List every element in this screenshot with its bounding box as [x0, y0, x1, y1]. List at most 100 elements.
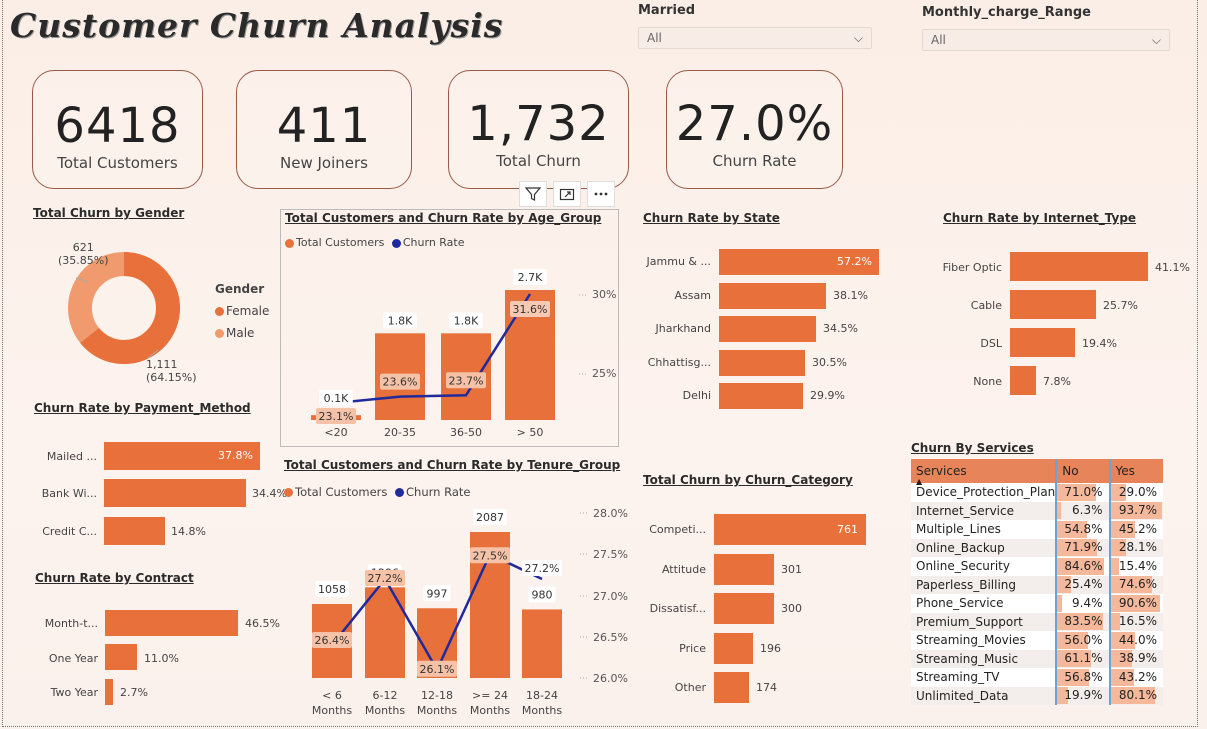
x-tick-label: 12-18 — [421, 689, 453, 702]
data-label: 27.2% — [525, 562, 560, 575]
bar-other[interactable] — [714, 672, 749, 703]
bar-month-to-month[interactable] — [105, 610, 238, 636]
data-label: 2087 — [476, 511, 504, 524]
legend-item-female[interactable]: Female — [215, 300, 269, 322]
services-table[interactable]: Services ▲ No Yes Device_Protection_Plan… — [911, 459, 1163, 705]
gender-chart-title: Total Churn by Gender — [33, 206, 185, 220]
table-row[interactable]: Internet_Service 6.3% 93.7% — [911, 501, 1163, 520]
monthly-charge-slicer[interactable]: Monthly_charge_Range All ⌵ — [922, 5, 1170, 51]
data-label: 23.7% — [449, 374, 484, 387]
cell-value: 43.2% — [1118, 669, 1157, 684]
bar-label: Chhattisg... — [647, 356, 711, 369]
table-row[interactable]: Phone_Service 9.4% 90.6% — [911, 594, 1163, 613]
table-row[interactable]: Streaming_TV 56.8% 43.2% — [911, 668, 1163, 687]
category-bar-chart[interactable]: Competi... 761 Attitude 301 Dissatisf...… — [640, 510, 890, 710]
header-label: Services — [916, 464, 967, 478]
cell-value: 61.1% — [1064, 651, 1103, 666]
bar-credit-card[interactable] — [104, 517, 165, 545]
table-row[interactable]: Multiple_Lines 54.8% 45.2% — [911, 520, 1163, 539]
value-cell-yes: 93.7% — [1108, 501, 1163, 520]
bar-dissatisfaction[interactable] — [714, 593, 774, 624]
more-options-icon — [594, 192, 608, 196]
service-name-cell: Streaming_Movies — [916, 633, 1026, 648]
column-header-yes[interactable]: Yes — [1108, 459, 1163, 483]
sort-ascending-icon: ▲ — [916, 477, 923, 486]
bar-one-year[interactable] — [105, 644, 137, 670]
data-label: 997 — [427, 587, 448, 600]
legend-dot — [215, 329, 224, 338]
cell-value: 93.7% — [1118, 503, 1157, 518]
state-bar-chart[interactable]: Jammu & ... 57.2% Assam 38.1% Jharkhand … — [640, 246, 890, 411]
bar-jharkhand[interactable] — [719, 316, 816, 342]
bar-assam[interactable] — [719, 283, 826, 309]
bar-two-year[interactable] — [105, 679, 113, 705]
gender-donut-chart[interactable]: 621 (35.85%) 1,111 (64.15%) Gender Femal… — [20, 232, 280, 392]
filter-button[interactable] — [519, 181, 547, 207]
internet-bar-chart[interactable]: Fiber Optic 41.1% Cable 25.7% DSL 19.4% … — [930, 248, 1190, 403]
data-bar: 38.9% — [1110, 650, 1163, 668]
cell-value: 90.6% — [1118, 595, 1157, 610]
value-cell-yes: 44.0% — [1108, 631, 1163, 650]
kpi-total-churn[interactable]: 1,732 Total Churn — [448, 70, 629, 189]
bar-value: 2.7% — [120, 686, 148, 699]
bar-delhi[interactable] — [719, 383, 803, 409]
married-dropdown[interactable]: All ⌵ — [638, 27, 872, 49]
value-cell-yes: 15.4% — [1108, 557, 1163, 576]
kpi-total-customers[interactable]: 6418 Total Customers — [32, 70, 203, 189]
payment-bar-chart[interactable]: Mailed ... 37.8% Bank Wi... 34.4% Credit… — [20, 440, 287, 550]
data-bar: 9.4% — [1057, 594, 1108, 612]
bar-fiber-optic[interactable] — [1010, 252, 1148, 281]
bar-price[interactable] — [714, 633, 753, 664]
value-cell-no: 56.8% — [1055, 668, 1110, 687]
contract-bar-chart[interactable]: Month-t... 46.5% One Year 11.0% Two Year… — [20, 608, 280, 708]
table-row[interactable]: Paperless_Billing 25.4% 74.6% — [911, 575, 1163, 594]
cell-value: 6.3% — [1072, 503, 1103, 518]
age-group-chart-visual[interactable]: Total Customers and Churn Rate by Age_Gr… — [280, 209, 619, 447]
married-slicer[interactable]: Married All ⌵ — [638, 3, 872, 49]
legend-item-male[interactable]: Male — [215, 322, 269, 344]
bar-label: Fiber Optic — [942, 261, 1002, 274]
table-row[interactable]: Online_Backup 71.9% 28.1% — [911, 538, 1163, 557]
bar-value: 34.5% — [823, 322, 858, 335]
table-row[interactable]: Premium_Support 83.5% 16.5% — [911, 612, 1163, 631]
column-header-services[interactable]: Services ▲ — [911, 459, 1057, 486]
table-row[interactable]: Device_Protection_Plan 71.0% 29.0% — [911, 483, 1163, 502]
data-bar: 45.2% — [1110, 520, 1163, 538]
bar-label: DSL — [980, 337, 1002, 350]
bar-attitude[interactable] — [714, 554, 774, 585]
bar-value: 301 — [781, 563, 802, 576]
more-options-button[interactable] — [587, 181, 615, 207]
value-cell-no: 9.4% — [1055, 594, 1110, 613]
column-header-no[interactable]: No — [1055, 459, 1110, 483]
data-label: 26.1% — [420, 663, 455, 676]
tenure-group-chart-visual[interactable]: Total Customers and Churn Rate by Tenure… — [280, 458, 628, 723]
table-row[interactable]: Streaming_Movies 56.0% 44.0% — [911, 631, 1163, 650]
axis-tick-label: 28.0% — [593, 507, 628, 520]
data-bar: 54.8% — [1057, 520, 1108, 538]
table-row[interactable]: Unlimited_Data 19.9% 80.1% — [911, 686, 1163, 705]
service-name-cell: Device_Protection_Plan — [916, 485, 1056, 500]
kpi-new-joiners[interactable]: 411 New Joiners — [236, 70, 412, 189]
value-cell-yes: 38.9% — [1108, 649, 1163, 668]
cell-value: 25.4% — [1064, 577, 1103, 592]
x-tick-label: 6-12 — [373, 689, 398, 702]
value-cell-no: 25.4% — [1055, 575, 1110, 594]
table-row[interactable]: Online_Security 84.6% 15.4% — [911, 557, 1163, 576]
bar-chhattisgarh[interactable] — [719, 350, 805, 376]
bar-cable[interactable] — [1010, 290, 1096, 319]
kpi-churn-rate[interactable]: 27.0% Churn Rate — [666, 70, 843, 189]
data-label: 27.5% — [473, 549, 508, 562]
cell-value: 19.9% — [1064, 688, 1103, 703]
data-bar: 19.9% — [1057, 687, 1108, 705]
monthly-charge-dropdown[interactable]: All ⌵ — [922, 29, 1170, 51]
bar-bank-withdrawal[interactable] — [104, 479, 246, 507]
x-tick-label: Months — [470, 704, 510, 717]
bar-dsl[interactable] — [1010, 328, 1075, 357]
table-row[interactable]: Streaming_Music 61.1% 38.9% — [911, 649, 1163, 668]
cell-value: 71.9% — [1064, 540, 1103, 555]
data-bar: 6.3% — [1057, 502, 1108, 520]
cell-value: 80.1% — [1118, 688, 1157, 703]
focus-mode-button[interactable] — [553, 181, 581, 207]
bar-none[interactable] — [1010, 366, 1036, 395]
value-cell-yes: 90.6% — [1108, 594, 1163, 613]
